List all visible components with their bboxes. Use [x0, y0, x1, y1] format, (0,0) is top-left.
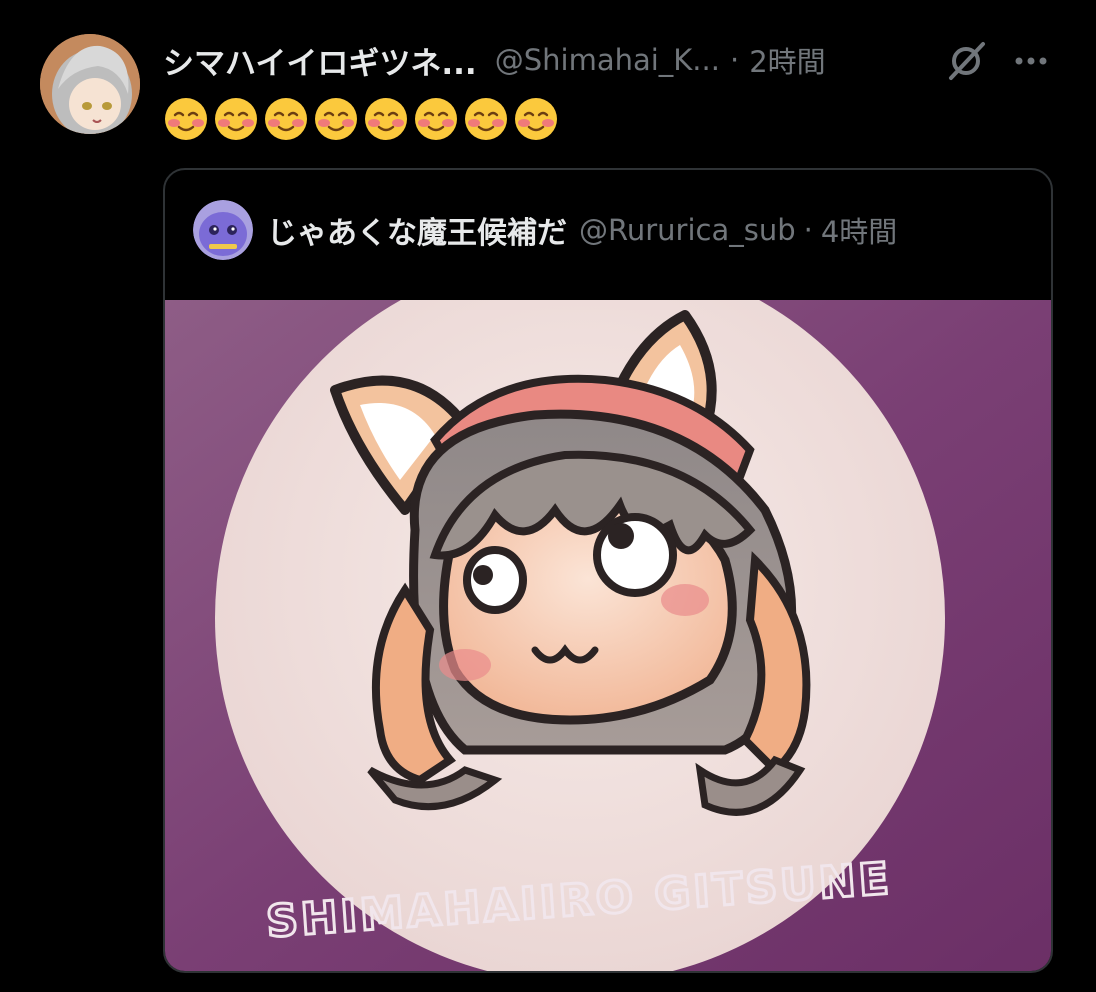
purple-creature-avatar-icon — [193, 200, 253, 260]
quoted-separator-dot: · — [803, 213, 813, 247]
quoted-header: じゃあくな魔王候補だ @Rururica_sub · 4時間 — [193, 200, 897, 260]
post-time[interactable]: 2時間 — [749, 39, 825, 81]
smiling-face-icon — [515, 98, 557, 140]
separator-dot: · — [729, 43, 740, 77]
smiling-face-icon — [315, 98, 357, 140]
author-handle[interactable]: @Shimahai_K... — [495, 43, 720, 77]
post-header: シマハイイロギツネ... @Shimahai_K... · 2時間 — [163, 34, 1063, 86]
fox-girl-avatar-icon — [40, 34, 140, 134]
smiling-face-icon — [365, 98, 407, 140]
quoted-post[interactable]: じゃあくな魔王候補だ @Rururica_sub · 4時間 SHIMAHAII… — [163, 168, 1053, 973]
author-name[interactable]: シマハイイロギツネ... — [163, 38, 477, 83]
post-text — [163, 96, 559, 142]
smiling-face-icon — [465, 98, 507, 140]
author-avatar[interactable] — [40, 34, 140, 134]
quoted-author-avatar[interactable] — [193, 200, 253, 260]
grok-icon[interactable] — [943, 38, 989, 84]
smiling-face-icon — [265, 98, 307, 140]
smiling-face-icon — [165, 98, 207, 140]
smiling-face-icon — [215, 98, 257, 140]
quoted-author-handle[interactable]: @Rururica_sub — [579, 213, 796, 247]
quoted-author-name[interactable]: じゃあくな魔王候補だ — [267, 208, 567, 252]
quoted-time[interactable]: 4時間 — [821, 209, 897, 251]
smiling-face-icon — [415, 98, 457, 140]
quoted-image[interactable]: SHIMAHAIIRO GITSUNE — [165, 300, 1053, 973]
more-icon[interactable] — [1008, 38, 1054, 84]
